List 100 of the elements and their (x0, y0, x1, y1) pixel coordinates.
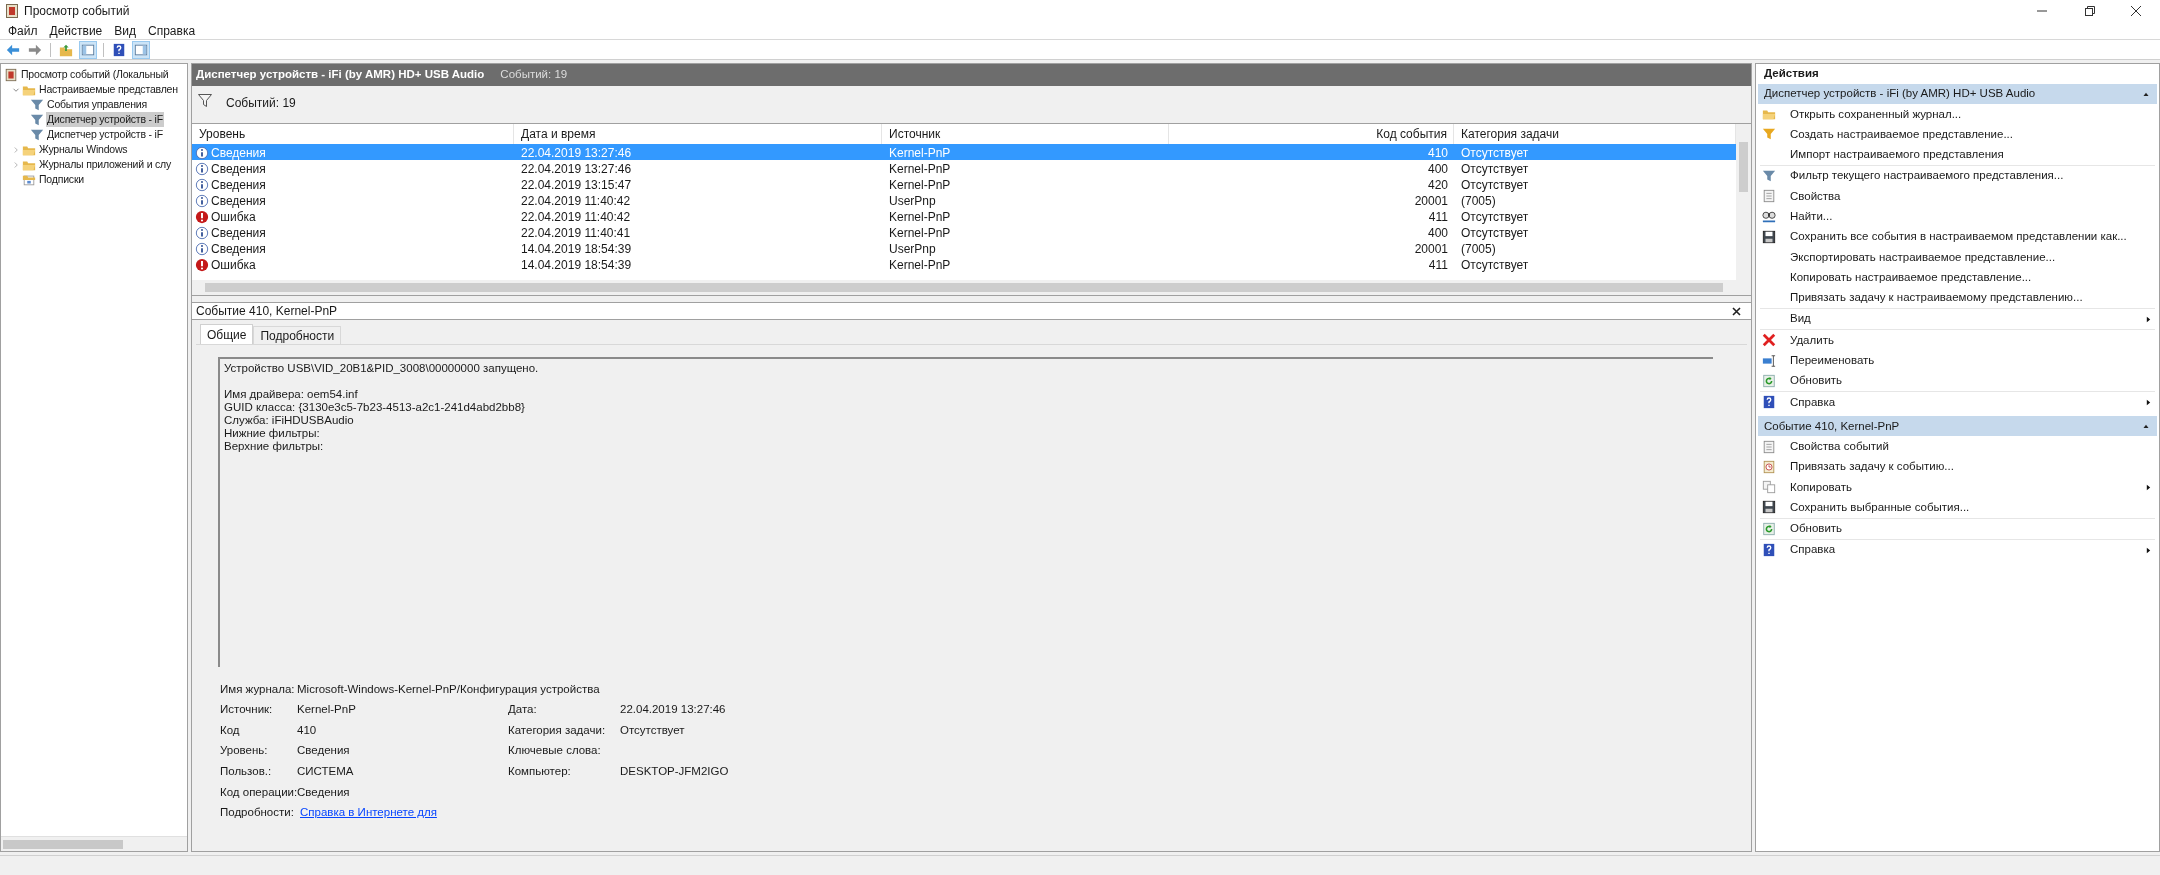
field-label: Компьютер: (508, 764, 572, 780)
table-cell-text: Сведения (211, 241, 266, 258)
table-cell: Kernel-PnP (889, 258, 951, 272)
column-header[interactable]: Источник (889, 125, 941, 143)
action-item[interactable]: Удалить (1760, 330, 2155, 351)
table-cell: UserPnp (889, 242, 936, 256)
table-cell: 20001 (1414, 242, 1448, 256)
field-value: Сведения (297, 744, 350, 757)
table-cell: Kernel-PnP (889, 146, 951, 160)
tree-item[interactable]: Диспетчер устройств - iF (46, 111, 164, 128)
action-item[interactable]: Привязать задачу к событию... (1760, 456, 2155, 478)
table-row[interactable]: Сведения 14.04.2019 18:54:39 UserPnp 20001 (7005) (192, 240, 1736, 256)
table-cell: 410 (1427, 146, 1448, 160)
window-title: Просмотр событий (24, 3, 130, 20)
field-label: Категория задачи: (508, 722, 607, 738)
action-item[interactable]: Сохранить все события в настраиваемом представлении как... (1760, 226, 2155, 248)
table-cell: 400 (1427, 226, 1448, 240)
section-header[interactable]: Диспетчер устройств - iFi (by AMR) HD+ USB Audio (1758, 84, 2157, 104)
tree-item[interactable]: Просмотр событий (Локальный (20, 66, 170, 83)
actions-header: Действия (1763, 66, 1820, 82)
table-cell: Отсутствует (1461, 258, 1529, 272)
action-item[interactable]: Справка (1760, 392, 2155, 413)
tree-item[interactable]: Журналы приложений и слу (38, 156, 173, 173)
section-header[interactable]: Событие 410, Kernel-PnP (1758, 416, 2157, 437)
table-cell: 22.04.2019 11:40:41 (521, 226, 631, 240)
action-item[interactable]: Фильтр текущего настраиваемого представления... (1760, 165, 2155, 187)
field-value: 410 (297, 723, 317, 736)
action-item[interactable]: Переименовать (1760, 350, 2155, 371)
column-header[interactable]: Код события (1376, 125, 1447, 143)
column-header[interactable]: Дата и время (521, 125, 596, 143)
field-value: Kernel-PnP (297, 703, 356, 716)
action-item[interactable]: Создать настраиваемое представление... (1760, 124, 2155, 145)
menu-item[interactable]: Вид (108, 21, 142, 40)
action-item[interactable]: Вид (1760, 308, 2155, 330)
action-item[interactable]: Обновить (1760, 370, 2155, 392)
field-label: Дата: (508, 702, 538, 718)
action-item[interactable]: Импорт настраиваемого представления (1760, 144, 2155, 165)
tab[interactable]: Общие (200, 324, 254, 344)
table-cell-text: Сведения (211, 161, 266, 178)
field-value: 22.04.2019 13:27:46 (620, 703, 726, 716)
table-row[interactable]: Сведения 22.04.2019 13:27:46 Kernel-PnP 400 Отсутствует (192, 160, 1736, 176)
table-row[interactable]: Сведения 22.04.2019 11:40:42 UserPnp 20001 (7005) (192, 192, 1736, 208)
menu-item[interactable]: Действие (43, 21, 109, 40)
action-item[interactable]: Копировать (1760, 477, 2155, 498)
tab[interactable]: Подробности (253, 326, 342, 344)
tree-item[interactable]: Подписки (38, 171, 85, 188)
table-cell: Kernel-PnP (889, 210, 951, 224)
table-cell: 14.04.2019 18:54:39 (521, 258, 632, 272)
action-item[interactable]: Свойства событий (1760, 436, 2155, 457)
table-cell: Kernel-PnP (889, 162, 951, 176)
tree-item[interactable]: События управления (46, 96, 148, 113)
table-cell-text: Ошибка (211, 257, 256, 274)
table-cell-text: Сведения (211, 225, 266, 242)
table-cell-text: Сведения (211, 193, 266, 210)
table-cell: 22.04.2019 11:40:42 (521, 194, 631, 208)
column-header[interactable]: Категория задачи (1461, 125, 1559, 143)
action-item[interactable]: Обновить (1760, 518, 2155, 539)
table-row[interactable]: Ошибка 22.04.2019 11:40:42 Kernel-PnP 411 Отсутствует (192, 208, 1736, 224)
action-item[interactable]: Привязать задачу к настраиваемому представлению... (1760, 287, 2155, 308)
table-row[interactable]: Ошибка 14.04.2019 18:54:39 Kernel-PnP 411 Отсутствует (192, 256, 1736, 272)
table-cell: Отсутствует (1461, 226, 1529, 240)
action-item[interactable]: Экспортировать настраиваемое представление... (1760, 247, 2155, 268)
action-item[interactable]: Свойства (1760, 186, 2155, 207)
tree-item[interactable]: Журналы Windows (38, 141, 129, 158)
field-value: Отсутствует (620, 723, 685, 736)
table-cell: 420 (1427, 178, 1448, 192)
table-cell: 22.04.2019 13:27:46 (521, 146, 632, 160)
table-cell: Kernel-PnP (889, 226, 951, 240)
field-label: Пользов.: (220, 764, 273, 780)
action-item[interactable]: Справка (1760, 539, 2155, 561)
field-label: Ключевые слова: (508, 743, 602, 759)
table-row[interactable]: Сведения 22.04.2019 13:15:47 Kernel-PnP 420 Отсутствует (192, 176, 1736, 192)
column-header[interactable]: Уровень (199, 125, 246, 143)
table-cell: 22.04.2019 11:40:42 (521, 210, 631, 224)
event-description: Устройство USB\VID_20B1&PID_3008\00000000 запущено. Имя драйвера: oem54.inf GUID класса: {3130e3c5-7b23-4513-a2c1-241d4abd2bb8} Служба: iFiHDUSBAudio Нижние фильтры: Верхние фильтры: (218, 357, 1713, 667)
table-cell-text: Сведения (211, 177, 266, 194)
action-item[interactable]: Сохранить выбранные события... (1760, 497, 2155, 518)
table-cell: 411 (1428, 210, 1448, 224)
action-item[interactable]: Найти... (1760, 206, 2155, 227)
field-value: Microsoft-Windows-Kernel-PnP/Конфигурация устройства (297, 682, 600, 695)
field-value: DESKTOP-JFM2IGO (620, 765, 729, 778)
action-item[interactable]: Копировать настраиваемое представление... (1760, 267, 2155, 288)
help-link[interactable]: Справка в Интернете для (300, 806, 437, 819)
tree-item[interactable]: Настраиваемые представлен (38, 81, 179, 98)
view-title: Диспетчер устройств - iFi (by AMR) HD+ USB Audio (196, 67, 485, 83)
table-cell-text: Ошибка (211, 209, 256, 226)
table-cell: Отсутствует (1461, 210, 1529, 224)
menu-item[interactable]: Файл (2, 21, 44, 40)
event-count: Событий: 19 (500, 67, 568, 83)
field-label: Подробности: (220, 805, 295, 821)
table-cell-text: Сведения (211, 145, 266, 162)
menu-item[interactable]: Справка (142, 21, 202, 40)
field-label: Код операции: (220, 784, 297, 800)
table-cell: 400 (1427, 162, 1448, 176)
field-label: Имя журнала: (220, 681, 296, 697)
filtered-count: Событий: 19 (226, 95, 296, 112)
action-item[interactable]: Открыть сохраненный журнал... (1760, 104, 2155, 125)
table-row[interactable]: Сведения 22.04.2019 11:40:41 Kernel-PnP 400 Отсутствует (192, 224, 1736, 240)
table-cell: UserPnp (889, 194, 936, 208)
tree-item[interactable]: Диспетчер устройств - iF (46, 126, 164, 143)
